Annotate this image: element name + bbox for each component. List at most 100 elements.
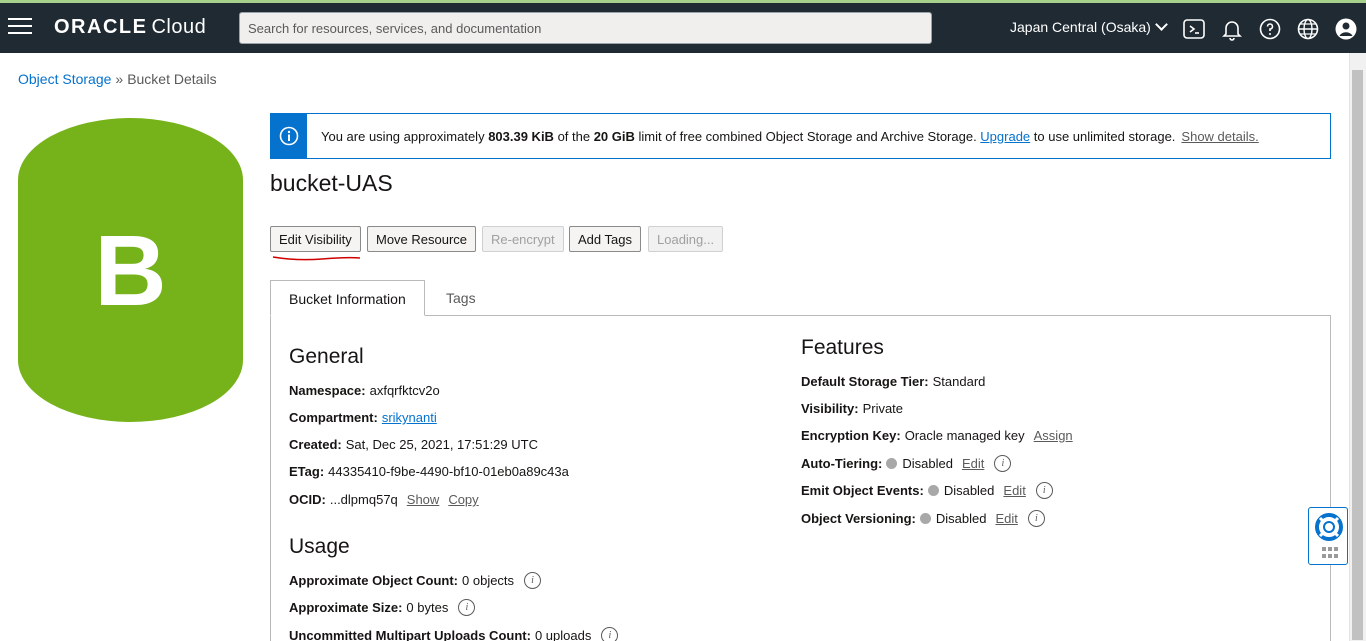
info-icon[interactable]: i [458,599,476,616]
versioning-value: Disabled [935,511,987,526]
status-dot-icon [927,485,939,496]
info-icon[interactable]: i [1027,510,1045,527]
visibility-value: Private [862,401,904,416]
namespace-label: Namespace: [289,383,366,398]
object-count-label: Approximate Object Count: [289,573,459,588]
breadcrumb-current: Bucket Details [127,71,217,87]
object-events-edit-link[interactable]: Edit [1003,483,1025,498]
breadcrumb-object-storage[interactable]: Object Storage [18,71,111,87]
ocid-row: OCID: ...dlpmq57q Show Copy [289,492,479,507]
object-events-value: Disabled [943,483,995,498]
auto-tiering-edit-link[interactable]: Edit [962,456,984,471]
cloud-shell-icon[interactable] [1182,17,1206,41]
status-dot-icon [886,458,898,469]
storage-tier-value: Standard [932,374,986,389]
compartment-label: Compartment: [289,410,378,425]
object-count-value: 0 objects [462,573,515,588]
search-input[interactable] [239,12,932,44]
banner-used: 803.39 KiB [488,128,554,144]
storage-tier-label: Default Storage Tier: [801,374,929,389]
namespace-row: Namespace: axfqrfktcv2o [289,383,440,398]
visibility-row: Visibility: Private [801,401,903,416]
user-icon[interactable] [1334,17,1358,41]
info-icon[interactable]: i [1035,482,1053,499]
usage-heading: Usage [289,535,350,558]
tab-tags[interactable]: Tags [428,280,494,316]
banner-after-upgrade: to use unlimited storage. [1030,128,1176,144]
storage-tier-row: Default Storage Tier: Standard [801,374,985,389]
ocid-show-link[interactable]: Show [407,492,440,507]
add-tags-button[interactable]: Add Tags [569,226,641,252]
banner-prefix: You are using approximately [321,128,489,144]
namespace-value: axfqrfktcv2o [369,383,440,398]
versioning-row: Object Versioning: Disabled Edit i [801,510,1045,527]
help-widget[interactable] [1308,507,1348,565]
etag-value: 44335410-f9be-4490-bf10-01eb0a89c43a [328,464,569,479]
oracle-cloud-logo[interactable]: ORACLE Cloud [54,16,206,39]
breadcrumb-separator: » [115,71,124,87]
object-events-label: Emit Object Events: [801,483,924,498]
brand-cloud: Cloud [151,16,207,38]
lifebuoy-icon [1315,513,1343,558]
banner-limit: 20 GiB [593,128,635,144]
ocid-copy-link[interactable]: Copy [448,492,478,507]
storage-usage-banner: You are using approximately 803.39 KiB o… [270,113,1331,159]
upgrade-link[interactable]: Upgrade [980,129,1030,144]
general-heading: General [289,345,364,368]
compartment-row: Compartment: srikynanti [289,410,437,425]
banner-message: You are using approximately 803.39 KiB o… [321,129,1259,144]
chevron-down-icon [1154,18,1168,31]
edit-visibility-button[interactable]: Edit Visibility [270,226,361,252]
page-title: bucket-UAS [270,170,393,196]
encryption-value: Oracle managed key [904,428,1025,443]
menu-icon[interactable] [8,18,32,36]
encryption-label: Encryption Key: [801,428,901,443]
created-row: Created: Sat, Dec 25, 2021, 17:51:29 UTC [289,437,538,452]
object-count-row: Approximate Object Count: 0 objects i [289,572,542,589]
etag-row: ETag: 44335410-f9be-4490-bf10-01eb0a89c43… [289,464,569,479]
versioning-label: Object Versioning: [801,511,916,526]
breadcrumb: Object Storage» Bucket Details [18,71,217,87]
globe-icon[interactable] [1296,17,1320,41]
bucket-letter: B [94,215,167,327]
status-dot-icon [919,513,931,524]
region-selector[interactable]: Japan Central (Osaka) [1010,18,1168,35]
tab-bucket-information[interactable]: Bucket Information [270,280,425,316]
brand-oracle: ORACLE [54,16,148,38]
compartment-link[interactable]: srikynanti [382,410,437,425]
re-encrypt-button[interactable]: Re-encrypt [482,226,564,252]
created-label: Created: [289,437,342,452]
banner-middle: of the [553,128,594,144]
show-details-link[interactable]: Show details. [1181,129,1258,144]
features-heading: Features [801,336,884,359]
encryption-row: Encryption Key: Oracle managed key Assign [801,428,1073,443]
region-label: Japan Central (Osaka) [1010,19,1151,35]
multipart-row: Uncommitted Multipart Uploads Count: 0 up… [289,627,619,641]
created-value: Sat, Dec 25, 2021, 17:51:29 UTC [345,437,538,452]
info-icon [271,114,307,158]
banner-suffix: limit of free combined Object Storage an… [634,128,981,144]
info-icon[interactable]: i [994,455,1012,472]
auto-tiering-row: Auto-Tiering: Disabled Edit i [801,455,1012,472]
red-annotation-underline [272,256,361,261]
ocid-value: ...dlpmq57q [329,492,398,507]
approx-size-label: Approximate Size: [289,600,403,615]
loading-button[interactable]: Loading... [648,226,724,252]
help-icon[interactable] [1258,17,1282,41]
visibility-label: Visibility: [801,401,859,416]
top-navigation-bar: ORACLECloud Japan Central (Osaka) [0,3,1366,53]
info-icon[interactable]: i [524,572,542,589]
bell-icon[interactable] [1220,17,1244,41]
info-icon[interactable]: i [601,627,619,641]
versioning-edit-link[interactable]: Edit [995,511,1017,526]
multipart-value: 0 uploads [534,628,592,641]
multipart-label: Uncommitted Multipart Uploads Count: [289,628,531,641]
scrollbar-thumb[interactable] [1352,70,1363,640]
object-events-row: Emit Object Events: Disabled Edit i [801,482,1053,499]
assign-key-link[interactable]: Assign [1034,428,1073,443]
move-resource-button[interactable]: Move Resource [367,226,477,252]
approx-size-row: Approximate Size: 0 bytes i [289,599,476,616]
etag-label: ETag: [289,464,325,479]
auto-tiering-label: Auto-Tiering: [801,456,883,471]
ocid-label: OCID: [289,492,326,507]
